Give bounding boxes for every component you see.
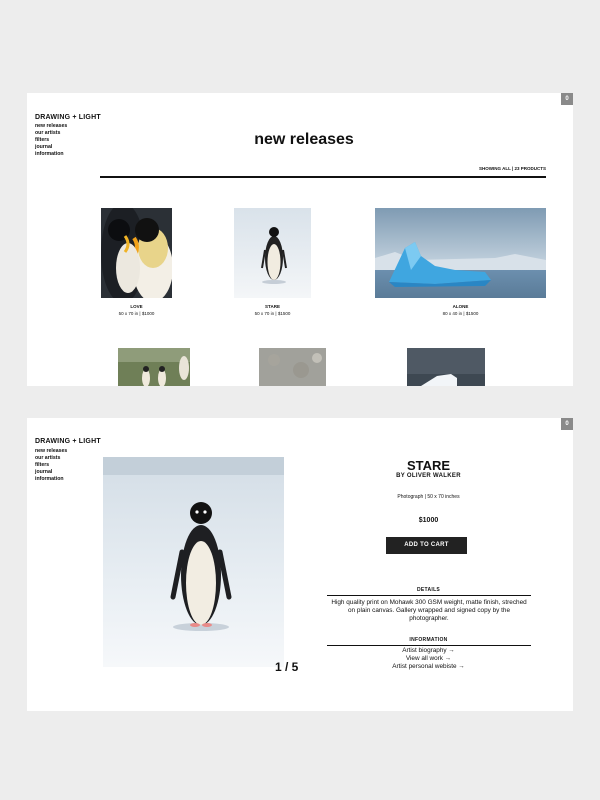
nav-information[interactable]: information	[35, 476, 67, 483]
king-penguins-photo[interactable]	[101, 208, 172, 298]
page-title: new releases	[254, 131, 354, 148]
product-title: STARE	[406, 458, 451, 473]
cart-button[interactable]: 0	[561, 93, 573, 105]
artist-biography-link[interactable]: Artist biography →	[317, 647, 540, 655]
penguin-photo[interactable]	[234, 208, 311, 298]
product-price: $1000	[418, 517, 439, 524]
nav-new-releases[interactable]: new releases	[35, 123, 67, 130]
product-card-love[interactable]: LOVE 50 x 70 in | $1000	[101, 208, 172, 318]
information-heading: INFORMATION	[409, 637, 448, 643]
product-meta: 50 x 70 in | $1500	[254, 311, 291, 316]
information-links: Artist biography → View all work → Artis…	[317, 647, 540, 671]
product-meta: 50 x 70 in | $1000	[118, 311, 155, 316]
artist-website-link[interactable]: Artist personal webiste →	[317, 663, 540, 671]
nav-filters[interactable]: filters	[35, 462, 67, 469]
nav-our-artists[interactable]: our artists	[35, 455, 67, 462]
details-text: High quality print on Mohawk 300 GSM wei…	[331, 599, 527, 622]
cart-button[interactable]: 0	[561, 418, 573, 430]
product-name[interactable]: LOVE	[101, 304, 172, 309]
product-name[interactable]: STARE	[234, 304, 311, 309]
product-count: SHOWING ALL | 23 PRODUCTS	[478, 166, 546, 171]
product-thumbnail[interactable]	[407, 348, 485, 386]
iceberg-photo[interactable]	[375, 208, 546, 298]
product-card-stare[interactable]: STARE 50 x 70 in | $1500	[234, 208, 311, 318]
product-thumbnail[interactable]	[118, 348, 190, 386]
product-detail-page: 0 DRAWING + LIGHT new releases our artis…	[27, 418, 573, 711]
add-to-cart-button[interactable]: ADD TO CART	[386, 537, 467, 554]
information-divider	[327, 645, 531, 646]
site-logo[interactable]: DRAWING + LIGHT	[35, 438, 101, 445]
main-nav: new releases our artists filters journal…	[35, 448, 67, 483]
artist-byline[interactable]: BY OLIVER WALKER	[317, 473, 540, 479]
details-divider	[327, 595, 531, 596]
site-logo[interactable]: DRAWING + LIGHT	[35, 114, 101, 121]
product-hero-image[interactable]	[103, 457, 284, 667]
new-releases-page: 0 DRAWING + LIGHT new releases our artis…	[27, 93, 573, 386]
product-thumbnail[interactable]	[259, 348, 326, 386]
product-meta: 80 x 40 in | $1500	[442, 311, 479, 316]
view-all-work-link[interactable]: View all work →	[317, 655, 540, 663]
header-divider	[100, 176, 546, 178]
image-counter: 1 / 5	[275, 660, 299, 674]
product-name[interactable]: ALONE	[375, 304, 546, 309]
product-spec: Photograph | 50 x 70 inches	[397, 494, 460, 500]
product-card-alone[interactable]: ALONE 80 x 40 in | $1500	[375, 208, 546, 318]
nav-new-releases[interactable]: new releases	[35, 448, 67, 455]
details-heading: DETAILS	[416, 587, 441, 593]
nav-journal[interactable]: journal	[35, 469, 67, 476]
nav-information[interactable]: information	[35, 151, 67, 158]
